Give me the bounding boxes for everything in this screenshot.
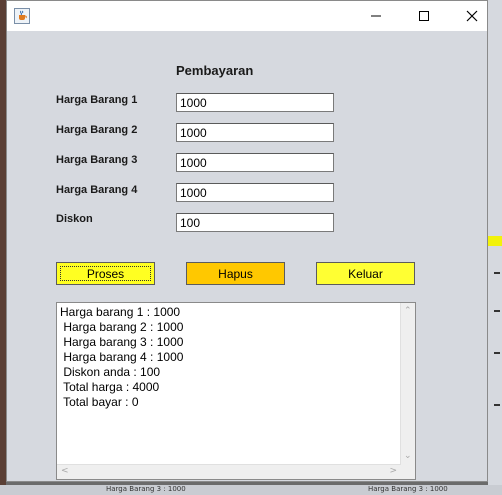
vertical-scrollbar[interactable]: ⌃ ⌄	[400, 303, 415, 465]
output-line: Harga barang 4 : 1000	[60, 350, 184, 364]
output-line: Diskon anda : 100	[60, 365, 161, 379]
label-harga-barang-3: Harga Barang 3	[56, 154, 138, 166]
hapus-button[interactable]: Hapus	[186, 262, 285, 285]
scroll-down-icon[interactable]: ⌄	[404, 452, 412, 461]
output-textarea[interactable]: Harga barang 1 : 1000 Harga barang 2 : 1…	[56, 302, 416, 480]
diskon-input[interactable]	[176, 213, 334, 232]
close-button[interactable]	[449, 1, 495, 31]
output-line: Total harga : 4000	[60, 380, 160, 394]
background-tick	[494, 404, 500, 406]
app-window: Pembayaran Harga Barang 1 Harga Barang 2…	[6, 0, 488, 482]
focus-ring	[60, 266, 151, 281]
scroll-right-icon[interactable]: >	[389, 467, 397, 476]
maximize-button[interactable]	[401, 1, 447, 31]
label-harga-barang-1: Harga Barang 1	[56, 94, 138, 106]
background-tick	[494, 352, 500, 354]
label-diskon: Diskon	[56, 213, 93, 225]
scrollbar-corner	[401, 465, 415, 479]
title-bar[interactable]	[7, 1, 487, 31]
hapus-button-label: Hapus	[218, 266, 253, 281]
background-window-right	[488, 0, 502, 495]
scroll-up-icon[interactable]: ⌃	[404, 307, 412, 316]
horizontal-scrollbar[interactable]: < >	[57, 464, 401, 479]
maximize-icon	[419, 11, 429, 21]
label-harga-barang-4: Harga Barang 4	[56, 184, 138, 196]
java-cup-icon[interactable]	[14, 8, 30, 24]
background-tick	[494, 310, 500, 312]
proses-button[interactable]: Proses	[56, 262, 155, 285]
output-line: Harga barang 2 : 1000	[60, 320, 184, 334]
background-text: Harga Barang 3 : 1000	[106, 485, 186, 493]
form-heading: Pembayaran	[176, 63, 254, 78]
harga-barang-1-input[interactable]	[176, 93, 334, 112]
scroll-left-icon[interactable]: <	[61, 467, 69, 476]
harga-barang-2-input[interactable]	[176, 123, 334, 142]
minimize-icon	[371, 15, 381, 17]
background-tick	[494, 272, 500, 274]
keluar-button[interactable]: Keluar	[316, 262, 415, 285]
output-line: Harga barang 3 : 1000	[60, 335, 184, 349]
output-line: Total bayar : 0	[60, 395, 139, 409]
output-line: Harga barang 1 : 1000	[60, 305, 181, 319]
background-text: Harga Barang 3 : 1000	[368, 485, 448, 493]
label-harga-barang-2: Harga Barang 2	[56, 124, 138, 136]
output-text: Harga barang 1 : 1000 Harga barang 2 : 1…	[60, 305, 399, 463]
minimize-button[interactable]	[353, 1, 399, 31]
harga-barang-4-input[interactable]	[176, 183, 334, 202]
background-yellow-strip	[488, 236, 502, 246]
keluar-button-label: Keluar	[348, 266, 383, 281]
background-window-bottom: Harga Barang 3 : 1000 Harga Barang 3 : 1…	[0, 485, 502, 495]
harga-barang-3-input[interactable]	[176, 153, 334, 172]
close-icon	[466, 10, 478, 22]
